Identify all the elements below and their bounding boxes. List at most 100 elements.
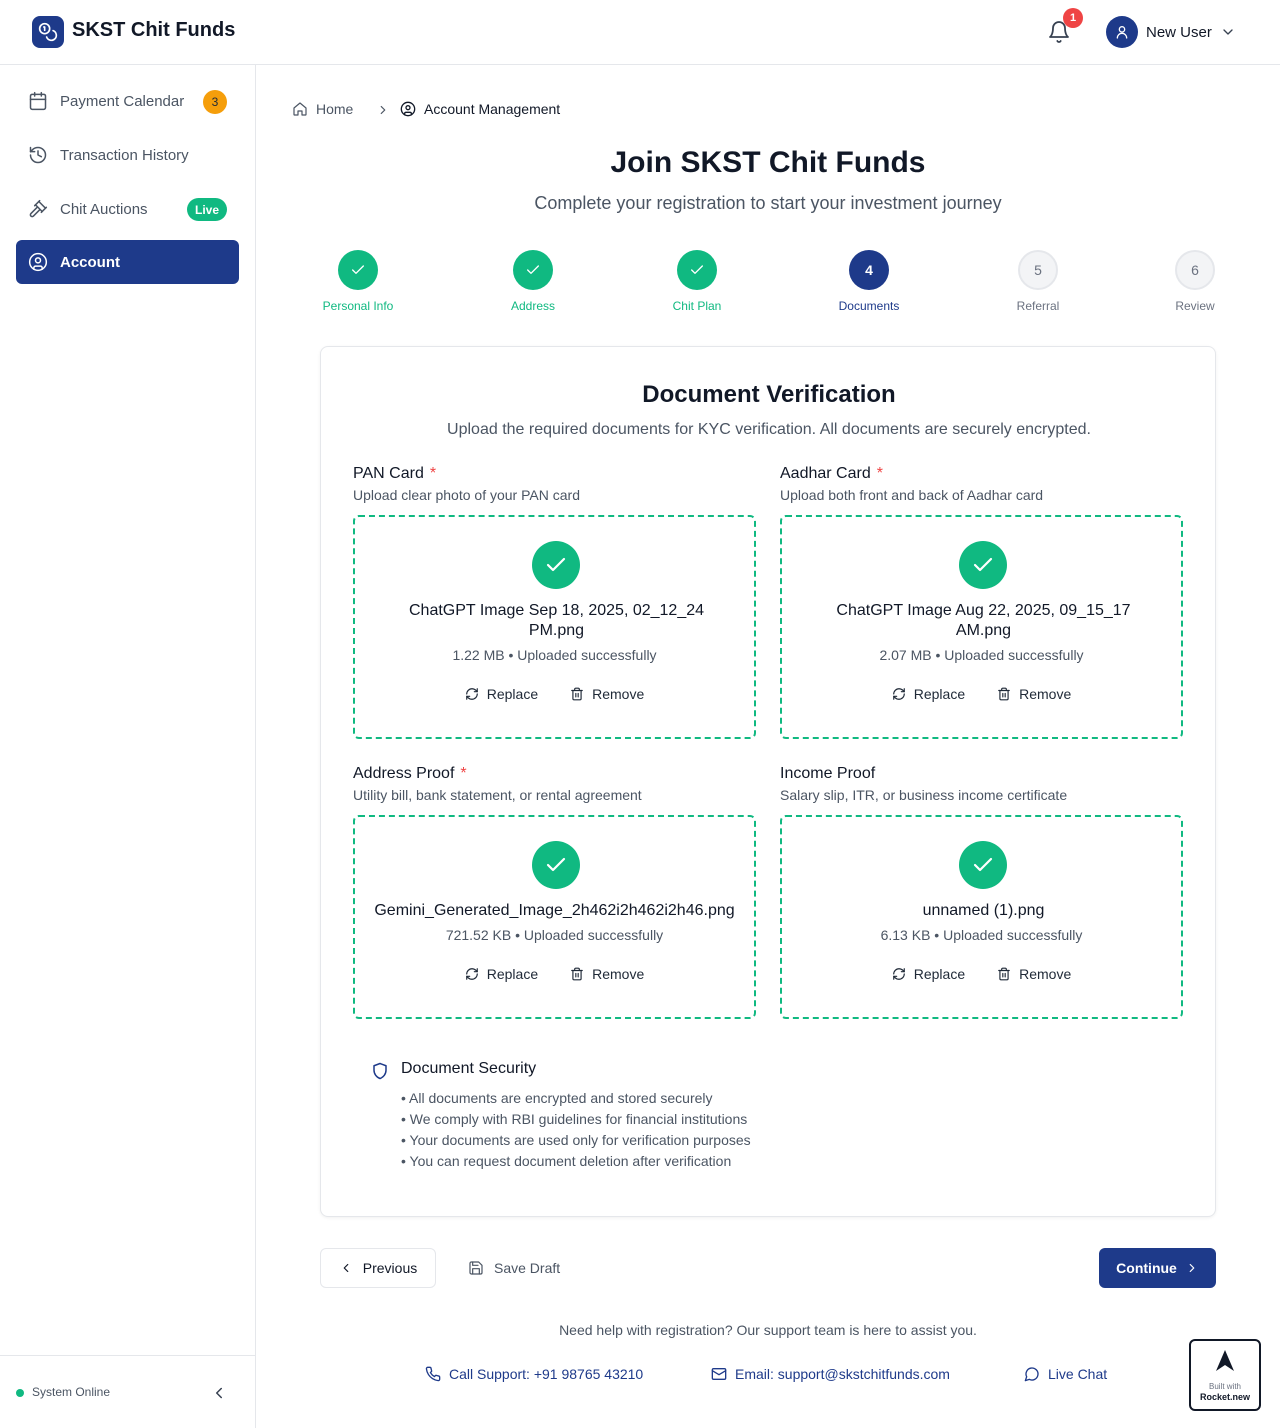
brand-name[interactable]: SKST Chit Funds	[72, 19, 235, 42]
step-chit-plan[interactable]: Chit Plan	[642, 250, 752, 313]
sidebar-item-label: Payment Calendar	[60, 92, 185, 110]
step-label: Documents	[838, 299, 900, 313]
replace-button[interactable]: Replace	[892, 966, 965, 982]
sidebar-item-transaction-history[interactable]: Transaction History	[16, 133, 239, 177]
trash-icon	[998, 967, 1010, 981]
card-title: Document Verification	[642, 381, 896, 408]
file-name: ChatGPT Image Sep 18, 2025, 02_12_24 PM.p…	[408, 602, 705, 639]
step-referral[interactable]: 5 Referral	[983, 250, 1093, 313]
help-text: Need help with registration? Our support…	[559, 1322, 977, 1338]
check-icon	[691, 265, 703, 274]
list-item: Your documents are used only for verific…	[401, 1130, 751, 1151]
previous-button[interactable]: Previous	[320, 1248, 436, 1288]
upload-success-badge	[532, 841, 580, 889]
file-meta: 721.52 KB • Uploaded successfully	[445, 927, 664, 943]
file-actions: Replace Remove	[782, 686, 1181, 702]
avatar	[1106, 16, 1138, 48]
breadcrumb-home[interactable]: Home	[292, 101, 353, 117]
breadcrumb-current-label: Account Management	[424, 101, 561, 117]
list-item: You can request document deletion after …	[401, 1151, 751, 1172]
upload-success-badge	[959, 841, 1007, 889]
user-icon	[1116, 26, 1128, 39]
step-label: Referral	[1016, 299, 1060, 313]
chevron-right-icon	[1189, 1263, 1195, 1273]
remove-button[interactable]: Remove	[570, 966, 644, 982]
badge-brand: Rocket.new	[1199, 1392, 1250, 1402]
replace-button[interactable]: Replace	[465, 966, 538, 982]
sidebar: Payment Calendar 3 Transaction History C…	[0, 65, 256, 1428]
replace-button[interactable]: Replace	[465, 686, 538, 702]
coins-icon	[38, 22, 58, 42]
file-meta: 2.07 MB • Uploaded successfully	[879, 647, 1084, 663]
file-name: ChatGPT Image Aug 22, 2025, 09_15_17 AM.p…	[836, 602, 1131, 639]
collapse-sidebar-button[interactable]	[210, 1384, 228, 1402]
page-subtitle: Complete your registration to start your…	[534, 193, 1002, 213]
doc-description: Upload clear photo of your PAN card	[353, 487, 580, 503]
upload-dropzone[interactable]: unnamed (1).png 6.13 KB • Uploaded succe…	[780, 815, 1183, 1019]
upload-success-badge	[532, 541, 580, 589]
upload-dropzone[interactable]: ChatGPT Image Sep 18, 2025, 02_12_24 PM.p…	[353, 515, 756, 739]
step-number-circle: 6	[1175, 250, 1215, 290]
brand-logo[interactable]	[32, 16, 64, 48]
refresh-icon	[465, 968, 478, 980]
sidebar-footer: System Online	[0, 1355, 255, 1428]
check-icon	[546, 857, 566, 872]
remove-button[interactable]: Remove	[570, 686, 644, 702]
chat-icon	[1024, 1367, 1039, 1382]
step-number-circle: 4	[849, 250, 889, 290]
calendar-icon	[29, 91, 47, 111]
step-label: Review	[1175, 299, 1215, 313]
step-label: Chit Plan	[672, 299, 722, 313]
breadcrumb-home-label: Home	[316, 101, 354, 117]
pan-card-section: PAN Card * Upload clear photo of your PAN…	[353, 465, 756, 739]
chevron-right-icon	[380, 105, 386, 115]
file-meta: 6.13 KB • Uploaded successfully	[880, 927, 1083, 943]
live-chat-link[interactable]: Live Chat	[1024, 1366, 1107, 1382]
doc-title: Address Proof	[353, 765, 455, 782]
live-badge: Live	[186, 198, 227, 221]
check-icon	[546, 557, 566, 572]
doc-title: Income Proof	[780, 765, 876, 782]
step-review[interactable]: 6 Review	[1140, 250, 1250, 313]
trash-icon	[998, 687, 1010, 701]
remove-button[interactable]: Remove	[997, 686, 1071, 702]
trash-icon	[571, 967, 583, 981]
history-icon	[29, 146, 47, 164]
replace-button[interactable]: Replace	[892, 686, 965, 702]
user-name: New User	[1146, 23, 1212, 41]
income-proof-section: Income Proof Salary slip, ITR, or busine…	[780, 765, 1183, 1019]
step-label: Address	[510, 299, 556, 313]
upload-dropzone[interactable]: Gemini_Generated_Image_2h462i2h462i2h46.…	[353, 815, 756, 1019]
remove-button[interactable]: Remove	[997, 966, 1071, 982]
aadhar-card-section: Aadhar Card * Upload both front and back …	[780, 465, 1183, 739]
call-support-link[interactable]: Call Support: +91 98765 43210	[425, 1366, 643, 1382]
sidebar-item-chit-auctions[interactable]: Chit Auctions Live	[16, 187, 239, 231]
continue-button[interactable]: Continue	[1099, 1248, 1216, 1288]
trash-icon	[571, 687, 583, 701]
check-icon	[973, 557, 993, 572]
check-icon	[527, 265, 539, 274]
doc-description: Utility bill, bank statement, or rental …	[353, 787, 642, 803]
save-icon	[469, 1261, 483, 1275]
step-documents[interactable]: 4 Documents	[814, 250, 924, 313]
shield-icon	[373, 1062, 387, 1080]
built-with-rocket-badge[interactable]: Built with Rocket.new	[1189, 1339, 1261, 1411]
doc-title: PAN Card	[353, 465, 424, 482]
user-menu-button[interactable]: New User	[1106, 16, 1236, 48]
required-marker: *	[429, 465, 437, 482]
required-marker: *	[876, 465, 883, 482]
email-support-link[interactable]: Email: support@skstchitfunds.com	[711, 1366, 950, 1382]
sidebar-item-account[interactable]: Account	[16, 240, 239, 284]
doc-description: Upload both front and back of Aadhar car…	[780, 487, 1044, 503]
home-icon	[293, 102, 307, 116]
address-proof-section: Address Proof * Utility bill, bank statem…	[353, 765, 756, 1019]
step-personal-info[interactable]: Personal Info	[303, 250, 413, 313]
upload-dropzone[interactable]: ChatGPT Image Aug 22, 2025, 09_15_17 AM.p…	[780, 515, 1183, 739]
list-item: We comply with RBI guidelines for financ…	[401, 1109, 751, 1130]
sidebar-item-payment-calendar[interactable]: Payment Calendar 3	[16, 79, 239, 123]
save-draft-button[interactable]: Save Draft	[468, 1248, 560, 1288]
step-check-circle	[338, 250, 378, 290]
step-address[interactable]: Address	[478, 250, 588, 313]
breadcrumb-current: Account Management	[400, 101, 560, 117]
sidebar-item-label: Account	[60, 253, 120, 271]
